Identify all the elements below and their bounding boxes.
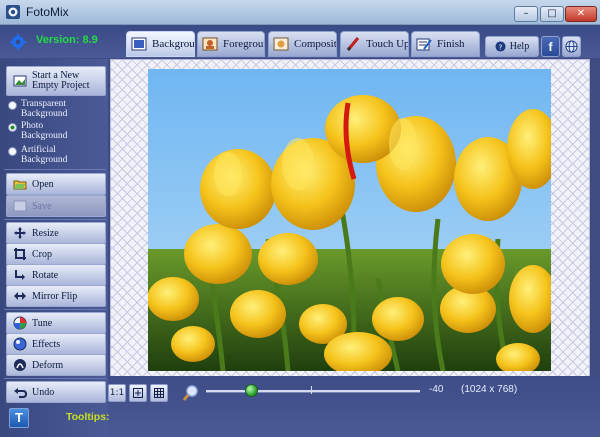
tab-composition[interactable]: Composition — [268, 31, 337, 57]
resize-button[interactable]: Resize — [6, 222, 106, 244]
radio-dot[interactable] — [8, 147, 17, 156]
magnifier-icon — [182, 385, 198, 401]
image-canvas[interactable] — [110, 59, 590, 377]
tools-sidebar: Start a New Empty Project Transparent Ba… — [0, 59, 108, 437]
transparent-background-option[interactable]: Transparent Background — [8, 99, 81, 119]
version-label: Version: 8.9 — [36, 34, 98, 46]
tab-label: Finish — [437, 38, 465, 50]
save-button[interactable]: Save — [6, 195, 106, 217]
tab-label: Composition — [294, 38, 337, 50]
effects-button[interactable]: Effects — [6, 333, 106, 355]
deform-icon — [14, 359, 26, 371]
tab-finish[interactable]: Finish — [411, 31, 480, 57]
new-project-button[interactable]: Start a New Empty Project — [6, 66, 106, 96]
save-icon — [13, 200, 27, 212]
help-button[interactable]: ? Help — [485, 36, 539, 57]
crop-button[interactable]: Crop — [6, 243, 106, 265]
globe-icon — [565, 40, 578, 53]
tune-label: Tune — [32, 317, 53, 329]
undo-arrow-icon — [14, 388, 27, 398]
divider — [4, 219, 106, 220]
save-label: Save — [32, 200, 52, 212]
help-label: Help — [509, 41, 530, 52]
tab-foreground[interactable]: Foreground — [197, 31, 265, 57]
composition-icon — [273, 37, 289, 51]
crop-icon — [14, 248, 26, 260]
foreground-icon — [202, 37, 218, 51]
zoom-slider-track[interactable] — [206, 390, 420, 393]
option-label: Artificial Background — [21, 145, 68, 165]
tab-label: Touch Up — [366, 38, 409, 50]
zoom-slider-thumb[interactable] — [245, 384, 259, 397]
divider — [4, 169, 106, 170]
fotomix-logo-icon — [6, 5, 20, 19]
undo-label: Undo — [32, 386, 55, 398]
rotate-icon — [15, 270, 25, 280]
fit-to-window-button[interactable] — [129, 384, 147, 402]
facebook-button[interactable]: f — [541, 36, 560, 57]
divider — [4, 309, 106, 310]
help-icon: ? — [495, 41, 506, 52]
radio-dot[interactable] — [8, 101, 17, 110]
tab-touch-up[interactable]: Touch Up — [340, 31, 409, 57]
new-project-icon — [13, 75, 27, 87]
tab-label: Background — [152, 38, 195, 50]
background-icon — [131, 37, 147, 51]
deform-label: Deform — [32, 359, 64, 371]
image-dimensions: (1024 x 768) — [461, 384, 518, 395]
resize-label: Resize — [32, 227, 59, 239]
tab-background[interactable]: Background — [126, 31, 195, 57]
rotate-label: Rotate — [32, 269, 59, 281]
photo-background-option[interactable]: Photo Background — [8, 121, 81, 141]
mirror-flip-button[interactable]: Mirror Flip — [6, 285, 106, 307]
open-label: Open — [32, 178, 54, 190]
tab-label: Foreground — [223, 38, 264, 50]
effects-label: Effects — [32, 338, 61, 350]
svg-text:?: ? — [498, 42, 502, 51]
open-folder-icon — [13, 180, 27, 190]
grid-icon — [154, 388, 164, 398]
zoom-slider-tick — [311, 386, 312, 394]
tune-button[interactable]: Tune — [6, 312, 106, 334]
resize-arrows-icon — [14, 227, 26, 239]
touch-up-icon — [346, 37, 360, 51]
zoom-bar: 1:1 -40 (1024 x 768) — [108, 376, 600, 437]
main-toolbar: Version: 8.9 Background Foreground Compo… — [0, 25, 600, 58]
maximize-button[interactable]: □ — [540, 6, 564, 22]
title-bar: FotoMix – □ ✕ — [0, 0, 600, 25]
undo-button[interactable]: Undo — [6, 381, 106, 403]
artificial-background-option[interactable]: Artificial Background — [8, 145, 81, 165]
new-project-label: Start a New Empty Project — [32, 70, 90, 91]
effects-icon — [13, 337, 27, 351]
grid-view-button[interactable] — [150, 384, 168, 402]
fit-to-window-icon — [133, 388, 143, 398]
tulip-photo[interactable] — [148, 69, 551, 371]
option-label: Transparent Background — [21, 99, 68, 119]
settings-gear-icon[interactable] — [10, 34, 26, 50]
close-button[interactable]: ✕ — [565, 6, 597, 22]
crop-label: Crop — [32, 248, 52, 260]
minimize-button[interactable]: – — [514, 6, 538, 22]
open-button[interactable]: Open — [6, 173, 106, 195]
tooltips-toggle-button[interactable]: T — [9, 408, 29, 428]
window-title: FotoMix — [26, 5, 69, 19]
option-label: Photo Background — [21, 121, 68, 141]
website-button[interactable] — [562, 36, 581, 57]
finish-icon — [416, 38, 432, 51]
radio-dot-selected[interactable] — [8, 123, 17, 132]
tooltips-label: Tooltips: — [66, 411, 110, 423]
rotate-button[interactable]: Rotate — [6, 264, 106, 286]
zoom-value: -40 — [429, 384, 444, 395]
mirror-flip-icon — [14, 292, 26, 300]
tune-color-wheel-icon — [13, 316, 27, 330]
deform-button[interactable]: Deform — [6, 354, 106, 376]
divider — [4, 378, 106, 379]
actual-size-button[interactable]: 1:1 — [108, 384, 126, 402]
mirror-flip-label: Mirror Flip — [32, 290, 78, 302]
